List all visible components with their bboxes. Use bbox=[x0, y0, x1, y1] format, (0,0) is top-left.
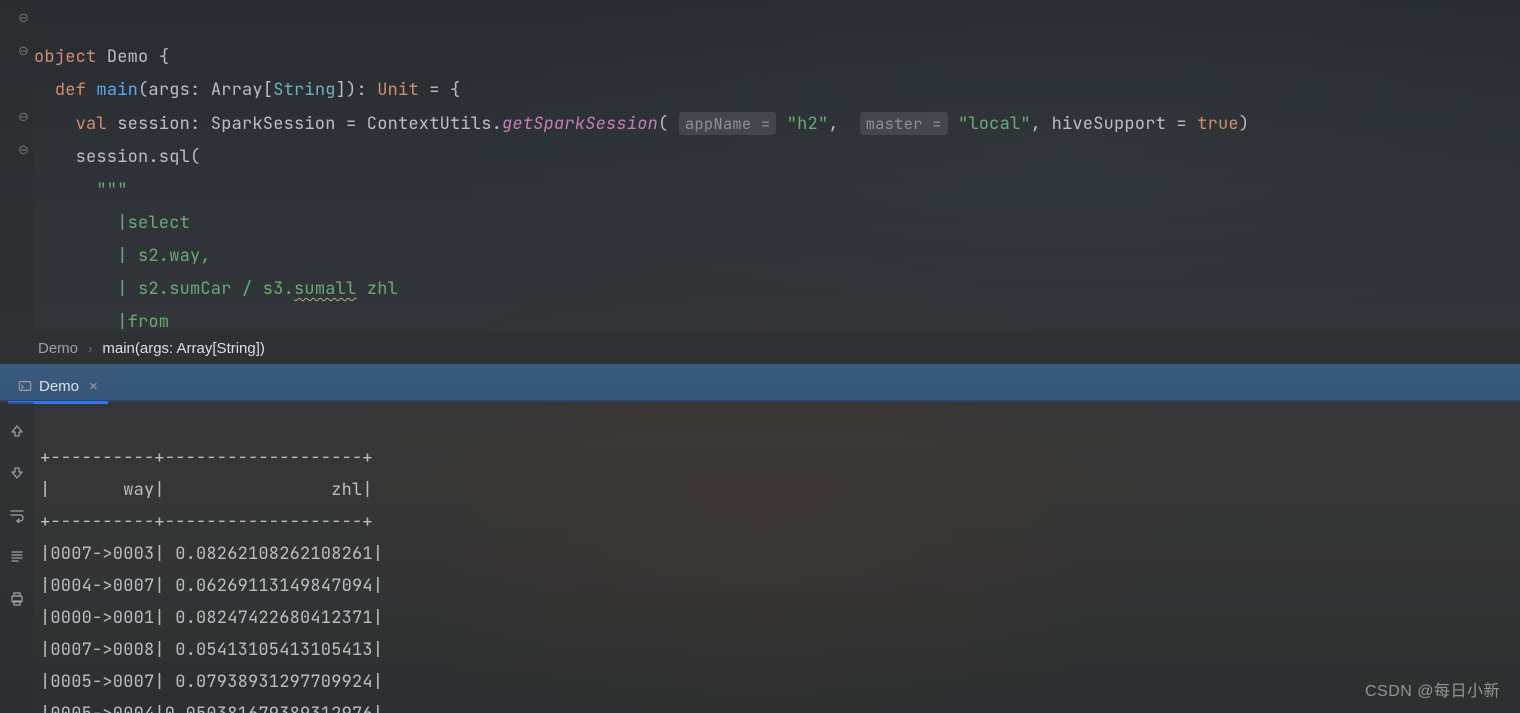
fold-marker-icon[interactable]: ⊖ bbox=[18, 143, 29, 156]
console-line: +----------+-------------------+ bbox=[40, 511, 373, 533]
code-keyword: val bbox=[76, 113, 107, 135]
parameter-hint: appName = bbox=[679, 112, 777, 135]
fold-marker-icon[interactable]: ⊖ bbox=[18, 110, 29, 123]
run-tab-demo[interactable]: Demo × bbox=[8, 370, 108, 402]
breadcrumb-item[interactable]: main(args: Array[String]) bbox=[102, 340, 265, 357]
code-type: String bbox=[273, 79, 335, 101]
code-keyword: def bbox=[55, 79, 86, 101]
down-stack-icon[interactable] bbox=[6, 462, 28, 484]
console-line: |0000->0001| 0.08247422680412371| bbox=[40, 607, 383, 629]
code-string: "local" bbox=[958, 113, 1031, 135]
console-line: |0007->0003| 0.08262108262108261| bbox=[40, 543, 383, 565]
console-line: |0005->0007| 0.07938931297709924| bbox=[40, 671, 383, 693]
code-string: |select bbox=[117, 212, 190, 234]
editor-gutter[interactable]: ⊖ ⊖ ⊖ ⊖ bbox=[0, 0, 34, 332]
parameter-hint: master = bbox=[860, 112, 948, 135]
breadcrumb: Demo › main(args: Array[String]) bbox=[0, 332, 1520, 364]
console-line: |0005->0004|0.050381679389312976| bbox=[40, 703, 383, 713]
code-identifier: Demo bbox=[107, 46, 149, 68]
code-string: | s2.way, bbox=[117, 245, 211, 267]
code-string: |from bbox=[117, 311, 169, 332]
soft-wrap-icon[interactable] bbox=[6, 504, 28, 526]
up-stack-icon[interactable] bbox=[6, 420, 28, 442]
code-keyword: object bbox=[34, 46, 96, 68]
code-string: """ bbox=[96, 179, 127, 201]
console-toolbar bbox=[0, 402, 34, 713]
chevron-right-icon: › bbox=[88, 341, 92, 356]
console-line: |0004->0007| 0.06269113149847094| bbox=[40, 575, 383, 597]
code-string: "h2" bbox=[787, 113, 829, 135]
close-icon[interactable]: × bbox=[89, 378, 98, 395]
console-output[interactable]: +----------+-------------------+ | way| … bbox=[40, 410, 1500, 713]
run-tool-window-header: Demo × bbox=[0, 364, 1520, 402]
fold-marker-icon[interactable]: ⊖ bbox=[18, 44, 29, 57]
fold-marker-icon[interactable]: ⊖ bbox=[18, 11, 29, 24]
code-function: main bbox=[96, 79, 138, 101]
print-icon[interactable] bbox=[6, 588, 28, 610]
scroll-to-end-icon[interactable] bbox=[6, 546, 28, 568]
console-line: +----------+-------------------+ bbox=[40, 447, 373, 469]
console-line: |0007->0008| 0.05413105413105413| bbox=[40, 639, 383, 661]
code-method: getSparkSession bbox=[502, 113, 658, 135]
code-warning: sumall bbox=[294, 278, 356, 300]
code-editor[interactable]: object Demo { def main(args: Array[Strin… bbox=[34, 8, 1500, 332]
run-tab-label: Demo bbox=[39, 378, 79, 395]
run-config-icon bbox=[18, 379, 32, 393]
breadcrumb-item[interactable]: Demo bbox=[38, 340, 78, 357]
code-line: session.sql( bbox=[76, 146, 201, 168]
watermark: CSDN @每日小新 bbox=[1365, 677, 1500, 701]
console-line: | way| zhl| bbox=[40, 479, 373, 501]
